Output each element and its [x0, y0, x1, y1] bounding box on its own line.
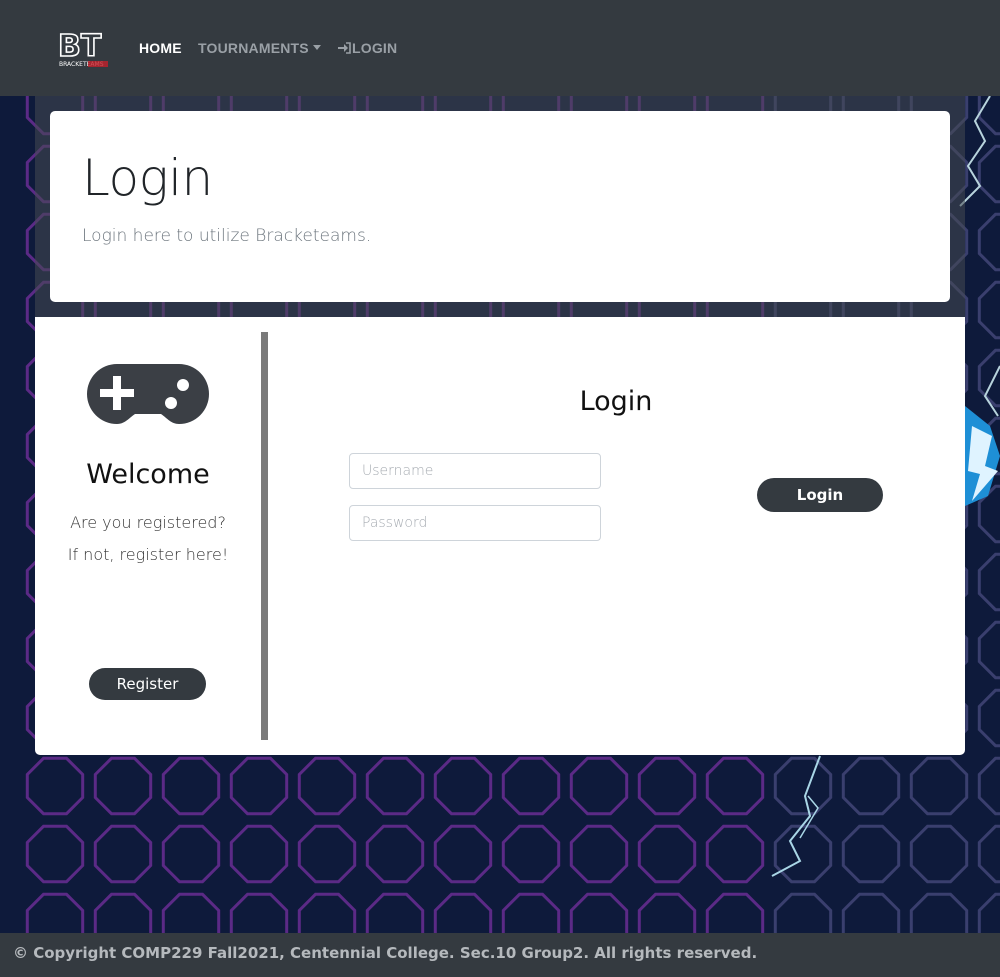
copyright-text: © Copyright COMP229 Fall2021, Centennial… — [13, 944, 758, 962]
gamepad-icon — [87, 364, 209, 424]
page-subtitle: Login here to utilize Bracketeams. — [82, 226, 372, 246]
register-prompt: If not, register here! — [67, 545, 229, 564]
bracketeams-logo[interactable]: BT BRACKETEAMS — [56, 30, 112, 68]
nav-tournaments-dropdown[interactable]: TOURNAMENTS — [198, 40, 321, 56]
nav-login-label: LOGIN — [352, 40, 398, 56]
vertical-divider — [261, 332, 268, 740]
nav-tournaments-label: TOURNAMENTS — [198, 40, 309, 56]
jumbotron: Login Login here to utilize Bracketeams. — [50, 111, 950, 302]
page-title: Login — [82, 149, 213, 207]
nav-home-link[interactable]: HOME — [139, 40, 182, 56]
footer: © Copyright COMP229 Fall2021, Centennial… — [0, 933, 1000, 977]
registered-question: Are you registered? — [70, 513, 226, 532]
caret-down-icon — [312, 44, 321, 50]
sign-in-icon — [338, 42, 351, 54]
top-navbar: BT BRACKETEAMS HOME TOURNAMENTS LOGIN — [0, 0, 1000, 96]
password-input[interactable] — [349, 505, 601, 541]
nav-login-link[interactable]: LOGIN — [338, 40, 397, 56]
username-input[interactable] — [349, 453, 601, 489]
register-button[interactable]: Register — [89, 668, 206, 700]
login-form-title: Login — [579, 386, 653, 417]
svg-text:BT: BT — [58, 30, 102, 64]
login-submit-button[interactable]: Login — [757, 478, 883, 512]
welcome-heading: Welcome — [86, 459, 210, 490]
